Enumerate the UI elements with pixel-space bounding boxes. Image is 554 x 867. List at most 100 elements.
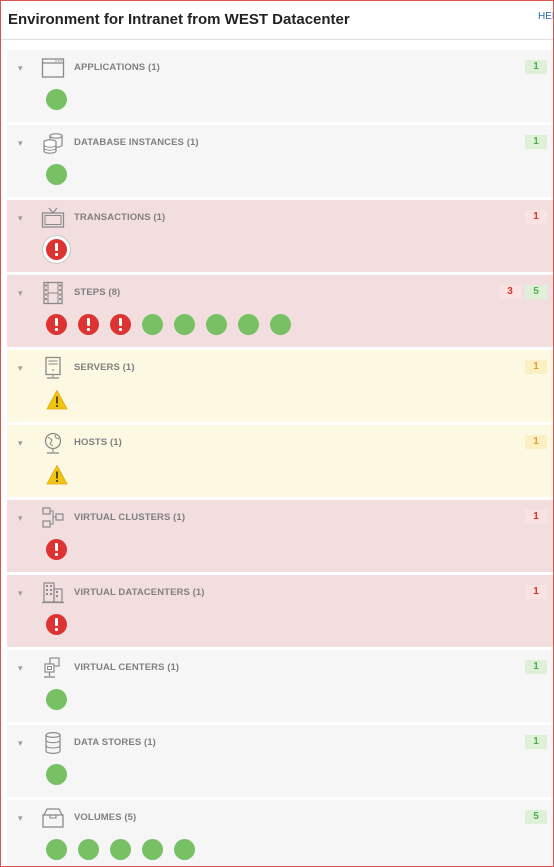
globe-icon [41, 431, 65, 455]
status-items [46, 839, 195, 860]
status-ok-icon[interactable] [78, 839, 99, 860]
section-row: ▾ TRANSACTIONS (1) 1 [7, 200, 553, 272]
section-label[interactable]: DATABASE INSTANCES (1) [74, 137, 199, 148]
section-row: ▾ VOLUMES (5) 5 [7, 800, 553, 866]
status-items [46, 239, 67, 260]
chevron-down-icon[interactable]: ▾ [18, 438, 23, 448]
database-instances-icon [41, 131, 65, 155]
section-list: ▾ APPLICATIONS (1) 1 ▾ DATABASE INSTANCES (1… [7, 50, 553, 866]
status-error-icon[interactable] [46, 314, 67, 335]
status-ok-icon[interactable] [174, 314, 195, 335]
section-label[interactable]: DATA STORES (1) [74, 737, 156, 748]
data-store-cylinder-icon [41, 731, 65, 755]
status-ok-icon[interactable] [174, 839, 195, 860]
count-badge-green[interactable]: 1 [525, 735, 547, 749]
status-ok-icon[interactable] [142, 314, 163, 335]
status-items [46, 89, 67, 110]
status-error-icon[interactable] [110, 314, 131, 335]
warning-icon[interactable] [46, 464, 68, 486]
count-badge-green[interactable]: 5 [525, 810, 547, 824]
warning-icon[interactable] [46, 389, 68, 411]
section-label[interactable]: APPLICATIONS (1) [74, 62, 160, 73]
status-ok-icon[interactable] [206, 314, 227, 335]
section-label[interactable]: SERVERS (1) [74, 362, 135, 373]
chevron-down-icon[interactable]: ▾ [18, 513, 23, 523]
status-ok-icon[interactable] [46, 689, 67, 710]
chevron-down-icon[interactable]: ▾ [18, 588, 23, 598]
status-counts: 1 [525, 585, 547, 599]
chevron-down-icon[interactable]: ▾ [18, 363, 23, 373]
status-ok-icon[interactable] [142, 839, 163, 860]
section-label[interactable]: VIRTUAL CLUSTERS (1) [74, 512, 185, 523]
help-link[interactable]: HEL [538, 11, 553, 22]
count-badge-green[interactable]: 1 [525, 660, 547, 674]
status-counts: 1 [525, 60, 547, 74]
status-ok-icon[interactable] [270, 314, 291, 335]
status-items [46, 539, 67, 560]
status-counts: 35 [499, 285, 547, 299]
network-node-icon [41, 656, 65, 680]
status-items [46, 164, 67, 185]
page-title: Environment for Intranet from WEST Datac… [8, 11, 350, 28]
chevron-down-icon[interactable]: ▾ [18, 813, 23, 823]
section-label[interactable]: VOLUMES (5) [74, 812, 136, 823]
status-ok-icon[interactable] [46, 839, 67, 860]
section-row: ▾ HOSTS (1) 1 [7, 425, 553, 497]
status-items [46, 464, 68, 486]
count-badge-red[interactable]: 1 [525, 210, 547, 224]
status-error-icon[interactable] [46, 539, 67, 560]
environment-panel: Environment for Intranet from WEST Datac… [0, 0, 554, 867]
section-row: ▾ DATABASE INSTANCES (1) 1 [7, 125, 553, 197]
section-label[interactable]: HOSTS (1) [74, 437, 122, 448]
count-badge-yellow[interactable]: 1 [525, 435, 547, 449]
application-window-icon [41, 56, 65, 80]
status-counts: 1 [525, 360, 547, 374]
status-items [46, 614, 67, 635]
count-badge-red[interactable]: 1 [525, 510, 547, 524]
volume-box-icon [41, 806, 65, 830]
section-row: ▾ SERVERS (1) 1 [7, 350, 553, 422]
status-counts: 5 [525, 810, 547, 824]
section-row: ▾ DATA STORES (1) 1 [7, 725, 553, 797]
count-badge-green[interactable]: 1 [525, 60, 547, 74]
datacenter-building-icon [41, 581, 65, 605]
status-counts: 1 [525, 135, 547, 149]
status-items [46, 764, 67, 785]
chevron-down-icon[interactable]: ▾ [18, 663, 23, 673]
chevron-down-icon[interactable]: ▾ [18, 63, 23, 73]
section-label[interactable]: VIRTUAL CENTERS (1) [74, 662, 179, 673]
chevron-down-icon[interactable]: ▾ [18, 288, 23, 298]
cluster-icon [41, 506, 65, 530]
section-row: ▾ VIRTUAL DATACENTERS (1) 1 [7, 575, 553, 647]
status-error-icon[interactable] [46, 239, 67, 260]
section-label[interactable]: TRANSACTIONS (1) [74, 212, 165, 223]
count-badge-green[interactable]: 1 [525, 135, 547, 149]
status-error-icon[interactable] [46, 614, 67, 635]
status-ok-icon[interactable] [46, 89, 67, 110]
count-badge-yellow[interactable]: 1 [525, 360, 547, 374]
section-row: ▾ VIRTUAL CENTERS (1) 1 [7, 650, 553, 722]
status-items [46, 314, 291, 335]
status-ok-icon[interactable] [46, 164, 67, 185]
section-label[interactable]: STEPS (8) [74, 287, 120, 298]
status-error-icon[interactable] [78, 314, 99, 335]
status-counts: 1 [525, 435, 547, 449]
status-ok-icon[interactable] [238, 314, 259, 335]
chevron-down-icon[interactable]: ▾ [18, 138, 23, 148]
count-badge-red[interactable]: 1 [525, 585, 547, 599]
status-counts: 1 [525, 735, 547, 749]
panel-header: Environment for Intranet from WEST Datac… [1, 1, 553, 40]
count-badge-red[interactable]: 3 [499, 285, 521, 299]
status-items [46, 389, 68, 411]
count-badge-green[interactable]: 5 [525, 285, 547, 299]
tv-icon [41, 206, 65, 230]
chevron-down-icon[interactable]: ▾ [18, 738, 23, 748]
status-counts: 1 [525, 660, 547, 674]
chevron-down-icon[interactable]: ▾ [18, 213, 23, 223]
status-ok-icon[interactable] [110, 839, 131, 860]
server-icon [41, 356, 65, 380]
status-ok-icon[interactable] [46, 764, 67, 785]
section-row: ▾ STEPS (8) 3 5 [7, 275, 553, 347]
section-row: ▾ APPLICATIONS (1) 1 [7, 50, 553, 122]
section-label[interactable]: VIRTUAL DATACENTERS (1) [74, 587, 205, 598]
